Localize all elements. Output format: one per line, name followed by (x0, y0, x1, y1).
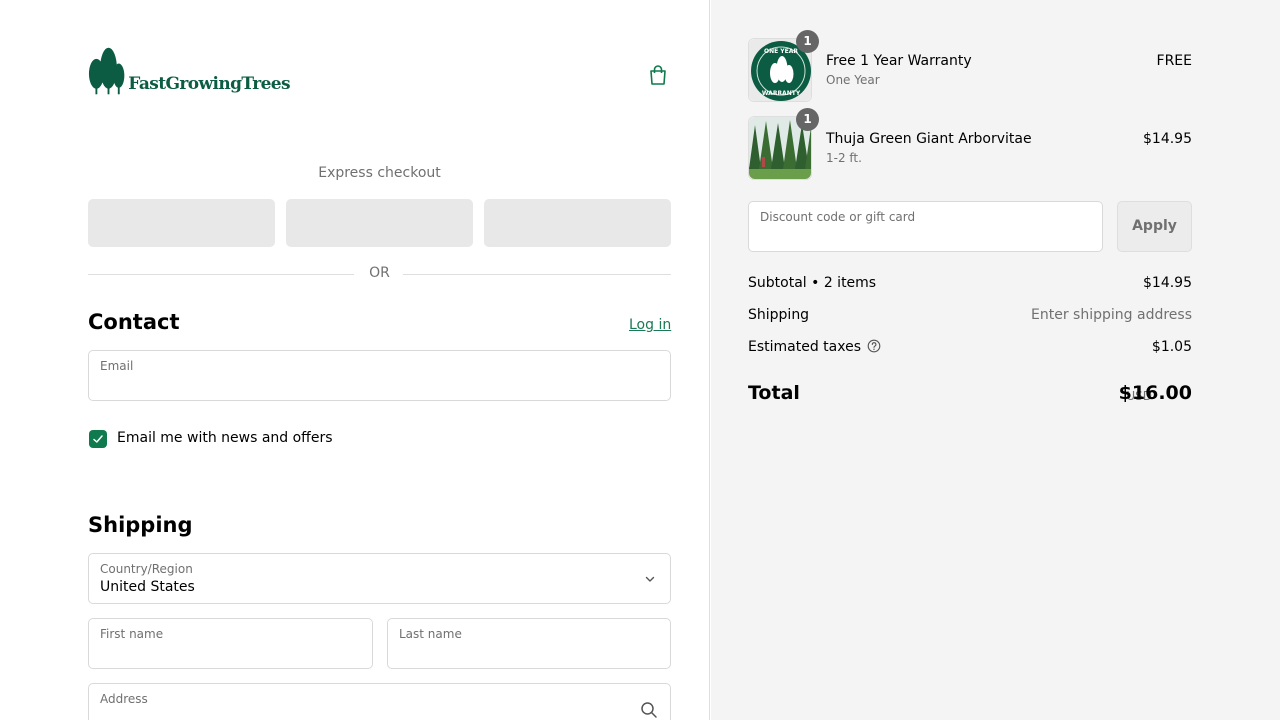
taxes-label-group: Estimated taxes (748, 339, 881, 355)
contact-heading: Contact (88, 310, 180, 334)
seal-text-top: ONE YEAR (764, 48, 798, 55)
address-label: Address (100, 692, 148, 706)
warranty-thumbnail: ONE YEAR WARRANTY 1 (748, 30, 819, 102)
express-checkout-title: Express checkout (318, 165, 441, 181)
item-price: $14.95 (1143, 131, 1192, 147)
taxes-label: Estimated taxes (748, 339, 862, 355)
shipping-value: Enter shipping address (1031, 307, 1192, 323)
shopping-bag-icon (650, 65, 666, 85)
total-label: Total (748, 382, 800, 404)
discount-input[interactable]: Discount code or gift card (748, 201, 1103, 252)
email-field[interactable]: Email (88, 350, 671, 401)
order-summary: ONE YEAR WARRANTY 1 Free 1 Year Warranty… (711, 0, 1280, 720)
tree-thumbnail: 1 (748, 108, 819, 180)
subtotal-value: $14.95 (1143, 275, 1192, 291)
express-pay-button-3[interactable] (484, 199, 671, 247)
apply-button[interactable]: Apply (1117, 201, 1192, 252)
country-value: United States (100, 579, 195, 595)
express-pay-button-2[interactable] (286, 199, 473, 247)
newsletter-label[interactable]: Email me with news and offers (117, 430, 333, 446)
quantity-badge: 1 (796, 108, 819, 131)
search-icon (641, 702, 657, 718)
cart-button[interactable] (648, 64, 670, 88)
login-link[interactable]: Log in (629, 317, 671, 333)
brand-name: FastGrowingTrees (128, 74, 290, 94)
question-circle-icon[interactable] (867, 339, 881, 353)
country-label: Country/Region (100, 562, 193, 576)
divider-line-right (403, 274, 671, 275)
quantity-badge: 1 (796, 30, 819, 53)
or-divider: OR (88, 265, 671, 283)
trees-logo-icon (88, 47, 125, 95)
check-icon (93, 435, 103, 443)
item-variant: 1-2 ft. (826, 151, 862, 165)
newsletter-checkbox[interactable] (89, 430, 107, 448)
first-name-label: First name (100, 627, 164, 641)
item-price: FREE (1156, 53, 1192, 69)
item-name: Free 1 Year Warranty (826, 53, 972, 69)
shipping-heading: Shipping (88, 513, 193, 537)
email-label: Email (100, 359, 134, 373)
country-select[interactable]: Country/Region United States (88, 553, 671, 604)
chevron-down-icon (645, 576, 655, 582)
checkout-main: FastGrowingTrees Express checkout OR Con… (0, 0, 710, 720)
shipping-label: Shipping (748, 307, 810, 323)
total-value: $16.00 (1118, 382, 1192, 404)
or-label: OR (369, 265, 390, 281)
brand-logo[interactable]: FastGrowingTrees (88, 46, 291, 96)
taxes-value: $1.05 (1151, 339, 1192, 355)
item-name: Thuja Green Giant Arborvitae (826, 131, 1032, 147)
discount-placeholder: Discount code or gift card (760, 210, 916, 224)
address-field[interactable]: Address (88, 683, 671, 720)
subtotal-label: Subtotal • 2 items (748, 275, 877, 291)
seal-text-bottom: WARRANTY (762, 90, 801, 97)
last-name-field[interactable]: Last name (387, 618, 671, 669)
item-variant: One Year (826, 73, 880, 87)
first-name-field[interactable]: First name (88, 618, 373, 669)
last-name-label: Last name (399, 627, 462, 641)
express-pay-button-1[interactable] (88, 199, 275, 247)
